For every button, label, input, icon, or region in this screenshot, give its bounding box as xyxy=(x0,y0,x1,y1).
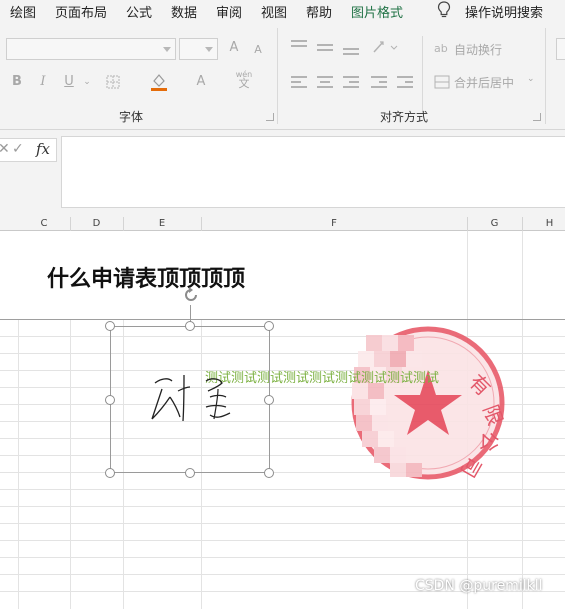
increase-indent-icon[interactable] xyxy=(397,76,413,88)
wrap-text-icon[interactable]: ab xyxy=(434,40,450,56)
formula-bar: ✕ ✓ fx xyxy=(0,130,565,217)
grid-line xyxy=(18,319,19,609)
inner-divider xyxy=(422,36,423,112)
resize-handle-n[interactable] xyxy=(185,321,195,331)
merge-center-icon[interactable] xyxy=(434,74,450,90)
column-header: C D E F G H xyxy=(0,217,565,231)
menu-page-layout[interactable]: 页面布局 xyxy=(55,2,107,21)
shrink-font-button[interactable]: A xyxy=(251,40,265,60)
merge-center-label[interactable]: 合并后居中 xyxy=(454,74,514,91)
column-e-header[interactable]: E xyxy=(123,217,201,230)
column-h-header[interactable]: H xyxy=(522,217,565,230)
merged-cell-border xyxy=(0,319,565,320)
column-g-header[interactable]: G xyxy=(467,217,522,230)
italic-button[interactable]: I xyxy=(34,72,52,92)
font-dialog-launcher-icon[interactable] xyxy=(266,113,274,121)
underline-button[interactable]: U xyxy=(60,72,78,92)
column-c-header[interactable]: C xyxy=(18,217,70,230)
font-name-combo[interactable] xyxy=(6,38,176,60)
border-icon[interactable] xyxy=(106,75,120,89)
wrap-text-label[interactable]: 自动换行 xyxy=(454,41,502,58)
grid-line xyxy=(0,506,565,507)
fill-color-icon[interactable] xyxy=(150,72,168,92)
resize-handle-se[interactable] xyxy=(264,468,274,478)
rotate-handle-icon[interactable] xyxy=(181,285,201,305)
grid-line xyxy=(0,574,565,575)
lightbulb-icon[interactable] xyxy=(437,1,451,19)
svg-text:ab: ab xyxy=(434,42,448,55)
alignment-group-label: 对齐方式 xyxy=(380,110,429,124)
grid-line xyxy=(0,540,565,541)
resize-handle-sw[interactable] xyxy=(105,468,115,478)
menu-data[interactable]: 数据 xyxy=(171,2,197,21)
tell-me-search[interactable]: 操作说明搜索 xyxy=(465,2,543,21)
group-divider xyxy=(277,28,278,124)
font-size-combo[interactable] xyxy=(179,38,218,60)
grid-line xyxy=(522,231,523,609)
align-right-icon[interactable] xyxy=(343,76,359,88)
group-divider-2 xyxy=(545,28,546,124)
menu-picture-format[interactable]: 图片格式 xyxy=(351,2,403,21)
grid-line xyxy=(0,489,565,490)
alignment-dialog-launcher-icon[interactable] xyxy=(533,113,541,121)
top-align-icon[interactable] xyxy=(291,40,307,52)
grid-line xyxy=(0,557,565,558)
bold-button[interactable]: B xyxy=(8,72,26,92)
resize-handle-e[interactable] xyxy=(264,395,274,405)
column-d-header[interactable]: D xyxy=(70,217,123,230)
grid-line xyxy=(0,523,565,524)
sheet-title-cell[interactable]: 什么申请表顶顶顶顶 xyxy=(47,261,245,293)
resize-handle-w[interactable] xyxy=(105,395,115,405)
middle-align-icon[interactable] xyxy=(317,44,333,56)
align-left-icon[interactable] xyxy=(291,76,307,88)
column-f-header[interactable]: F xyxy=(201,217,467,230)
menu-formulas[interactable]: 公式 xyxy=(126,2,152,21)
formula-input[interactable] xyxy=(61,136,565,208)
resize-handle-nw[interactable] xyxy=(105,321,115,331)
phonetic-guide-button[interactable]: wén 文 xyxy=(234,70,254,89)
insert-function-button[interactable]: fx xyxy=(36,140,50,158)
menu-help[interactable]: 帮助 xyxy=(306,2,332,21)
svg-text:公: 公 xyxy=(476,431,502,453)
grow-font-button[interactable]: A xyxy=(226,38,242,58)
watermark-text: CSDN @puremilkll xyxy=(415,578,543,594)
resize-handle-s[interactable] xyxy=(185,468,195,478)
number-format-combo[interactable] xyxy=(556,38,565,60)
grid-line xyxy=(70,319,71,609)
worksheet-grid[interactable]: 什么申请表顶顶顶顶 有 限 公 司 测试测试测试测试测试测试测试测试测试 xyxy=(0,231,565,609)
font-color-button[interactable]: A xyxy=(193,72,209,92)
company-seal-image[interactable]: 有 限 公 司 xyxy=(348,323,510,483)
menu-view[interactable]: 视图 xyxy=(261,2,287,21)
font-group-label: 字体 xyxy=(119,110,144,124)
formula-buttons: ✕ ✓ fx xyxy=(0,138,57,162)
ribbon: A A B I U ⌄ A wén 文 字体 ab 自动换行 合并后居中 ⌄ 对… xyxy=(0,22,565,130)
bottom-align-icon[interactable] xyxy=(343,48,359,60)
enter-icon[interactable]: ✓ xyxy=(12,141,24,157)
menu-draw[interactable]: 绘图 xyxy=(10,2,36,21)
menu-bar: 绘图 页面布局 公式 数据 审阅 视图 帮助 图片格式 操作说明搜索 xyxy=(0,0,565,22)
underline-dropdown-icon[interactable]: ⌄ xyxy=(81,72,93,92)
image-selection-box[interactable] xyxy=(110,326,270,473)
cancel-icon[interactable]: ✕ xyxy=(0,141,10,157)
merge-dropdown-icon[interactable]: ⌄ xyxy=(527,74,535,84)
menu-review[interactable]: 审阅 xyxy=(216,2,242,21)
orientation-icon[interactable] xyxy=(371,38,399,56)
align-center-icon[interactable] xyxy=(317,76,333,88)
resize-handle-ne[interactable] xyxy=(264,321,274,331)
decrease-indent-icon[interactable] xyxy=(371,76,387,88)
